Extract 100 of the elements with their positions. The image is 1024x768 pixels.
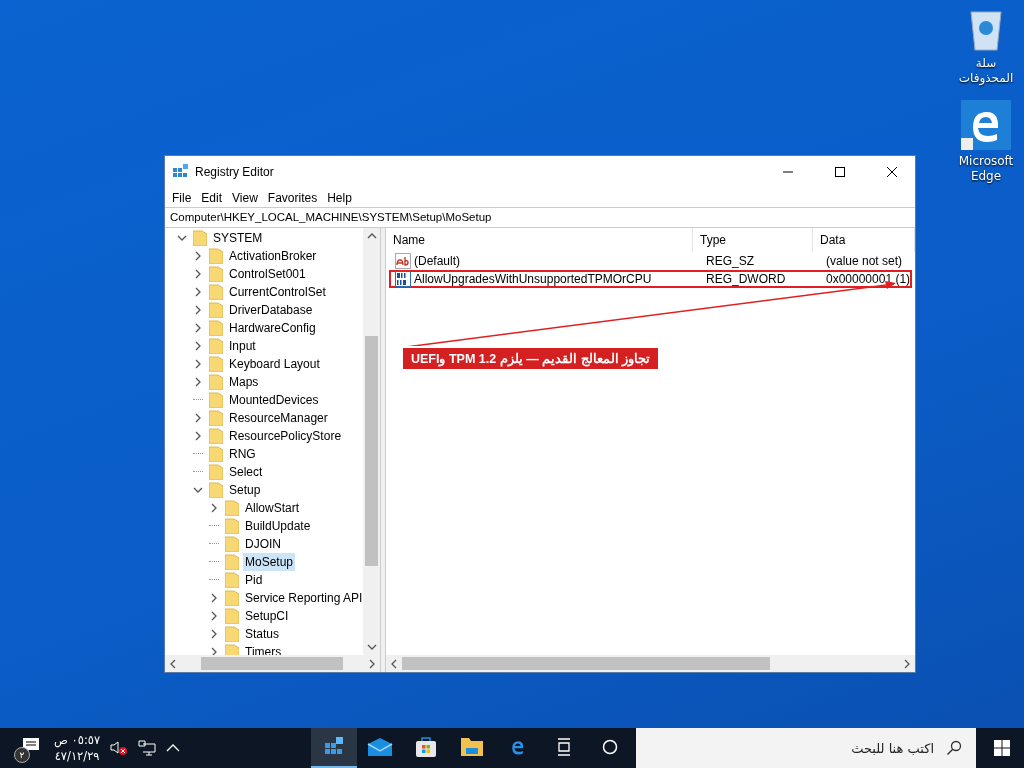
collapsed-chevron-icon[interactable]	[209, 629, 219, 639]
annotation-label: تجاوز المعالج القديم — يلزم TPM 1.2 وUEFI	[403, 346, 659, 369]
menu-item[interactable]: Edit	[196, 190, 228, 205]
collapsed-chevron-icon[interactable]	[209, 611, 219, 621]
registry-app-button[interactable]	[311, 728, 357, 768]
folder-icon	[225, 554, 239, 570]
folder-icon	[209, 410, 223, 426]
network-icon[interactable]	[138, 740, 157, 756]
clock[interactable]: ٠٥:٥٧ ص ٤٧/١٢/٢٩	[54, 732, 101, 764]
folder-icon	[225, 572, 239, 588]
tree-item[interactable]: DJOIN	[243, 535, 283, 553]
recycle-bin-icon[interactable]	[968, 8, 1004, 52]
search-field[interactable]: اكتب هنا للبحث	[636, 728, 976, 768]
tree-item[interactable]: Status	[243, 625, 282, 643]
value-name[interactable]: (Default)	[414, 254, 460, 268]
collapsed-chevron-icon[interactable]	[209, 503, 219, 513]
collapsed-chevron-icon[interactable]	[193, 287, 203, 297]
folder-icon	[209, 428, 223, 444]
tree-item[interactable]: ActivationBroker	[227, 247, 319, 265]
expanded-chevron-icon[interactable]	[177, 233, 187, 243]
task-view-icon	[555, 738, 573, 756]
address-bar[interactable]: Computer\HKEY_LOCAL_MACHINE\SYSTEM\Setup\MoSetup	[165, 207, 915, 228]
chevron-up-icon[interactable]	[166, 743, 181, 753]
menu-item[interactable]: Help	[322, 190, 357, 205]
collapsed-chevron-icon[interactable]	[193, 251, 203, 261]
shopping-bag-icon	[415, 736, 437, 758]
maximize-icon[interactable]	[835, 167, 845, 177]
menu-item[interactable]: File	[167, 190, 197, 205]
tree-item[interactable]: ControlSet001	[227, 265, 308, 283]
tree-item[interactable]: MountedDevices	[227, 391, 321, 409]
clock-date: ٤٧/١٢/٢٩	[54, 748, 100, 764]
folder-icon	[209, 284, 223, 300]
tree-item[interactable]: Setup	[227, 481, 263, 499]
close-icon[interactable]	[887, 167, 897, 177]
folder-icon	[209, 392, 223, 408]
tree-item[interactable]: ResourceManager	[227, 409, 330, 427]
column-header[interactable]: Name	[386, 228, 693, 252]
folder-icon	[225, 590, 239, 606]
registry-icon	[173, 164, 189, 180]
folder-icon	[209, 356, 223, 372]
folder-icon	[225, 536, 239, 552]
expanded-chevron-icon[interactable]	[193, 485, 203, 495]
collapsed-chevron-icon[interactable]	[193, 341, 203, 351]
desktop-icon-label[interactable]: Microsoft Edge	[954, 154, 1018, 184]
tree-item[interactable]: Select	[227, 463, 265, 481]
scrollbar-thumb[interactable]	[201, 657, 343, 670]
desktop-icon-label[interactable]: سلة المحذوفات	[954, 56, 1018, 86]
search-icon	[946, 740, 962, 756]
value-name[interactable]: AllowUpgradesWithUnsupportedTPMOrCPU	[414, 272, 652, 286]
collapsed-chevron-icon[interactable]	[193, 377, 203, 387]
scrollbar-thumb[interactable]	[365, 336, 378, 566]
tree-item[interactable]: AllowStart	[243, 499, 302, 517]
tree-item[interactable]: HardwareConfig	[227, 319, 318, 337]
folder-icon	[225, 518, 239, 534]
binary-value-icon	[395, 271, 411, 287]
string-value-icon	[395, 253, 411, 269]
tree-item[interactable]: RNG	[227, 445, 258, 463]
tree-item[interactable]: SYSTEM	[211, 229, 265, 247]
tree-item[interactable]: DriverDatabase	[227, 301, 315, 319]
notification-badge: ٢	[14, 747, 30, 763]
tree-item[interactable]: Input	[227, 337, 258, 355]
folder-icon	[209, 248, 223, 264]
table-cell-text: REG_DWORD	[705, 272, 787, 286]
start-button[interactable]	[993, 740, 1010, 756]
tree-item[interactable]: BuildUpdate	[243, 517, 313, 535]
scrollbar-thumb[interactable]	[402, 657, 770, 670]
collapsed-chevron-icon[interactable]	[209, 593, 219, 603]
folder-icon	[209, 266, 223, 282]
collapsed-chevron-icon[interactable]	[193, 431, 203, 441]
folder-icon	[209, 320, 223, 336]
circle-icon	[602, 739, 618, 755]
muted-speaker-icon[interactable]	[110, 740, 129, 756]
folder-icon	[209, 302, 223, 318]
folder-icon	[225, 626, 239, 642]
clock-time: ٠٥:٥٧ ص	[54, 732, 101, 748]
menu-item[interactable]: View	[227, 190, 263, 205]
tree-item[interactable]: SetupCI	[243, 607, 291, 625]
tree-item[interactable]: Maps	[227, 373, 261, 391]
tree-item[interactable]: Pid	[243, 571, 265, 589]
menu-item[interactable]: Favorites	[262, 190, 323, 205]
table-cell-text: REG_SZ	[705, 254, 755, 268]
collapsed-chevron-icon[interactable]	[193, 359, 203, 369]
tree-item[interactable]: CurrentControlSet	[227, 283, 328, 301]
collapsed-chevron-icon[interactable]	[193, 413, 203, 423]
collapsed-chevron-icon[interactable]	[193, 269, 203, 279]
tree-item[interactable]: Service Reporting API	[243, 589, 363, 607]
column-header[interactable]: Type	[693, 228, 813, 252]
table-cell-text: (value not set)	[825, 254, 904, 268]
folder-icon	[209, 338, 223, 354]
table-cell-text: 0x00000001 (1)	[825, 272, 910, 286]
tree-item[interactable]: Keyboard Layout	[227, 355, 322, 373]
folder-icon	[209, 374, 223, 390]
collapsed-chevron-icon[interactable]	[193, 305, 203, 315]
tree-item[interactable]: ResourcePolicyStore	[227, 427, 344, 445]
tree-item[interactable]: MoSetup	[243, 553, 296, 571]
folder-icon	[193, 230, 207, 246]
edge-icon[interactable]	[961, 100, 1011, 150]
collapsed-chevron-icon[interactable]	[193, 323, 203, 333]
column-header[interactable]: Data	[813, 228, 915, 252]
folder-icon	[209, 446, 223, 462]
